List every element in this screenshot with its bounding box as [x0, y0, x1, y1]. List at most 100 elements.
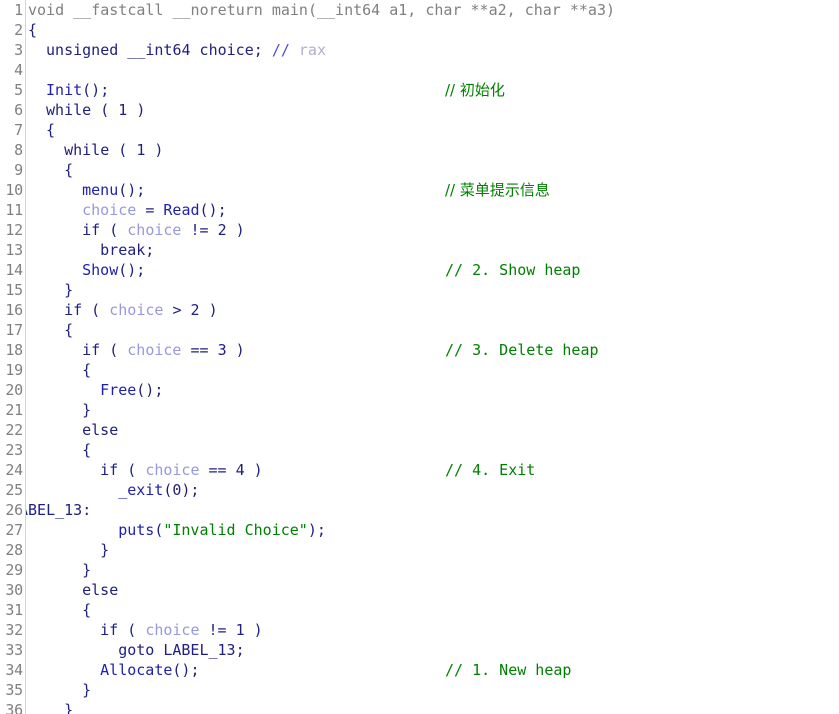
- code-line-text[interactable]: Free();: [100, 380, 163, 400]
- code-line[interactable]: {: [0, 320, 839, 340]
- code-token-var[interactable]: choice: [145, 461, 199, 479]
- code-line[interactable]: menu(); // 菜单提示信息: [0, 180, 839, 200]
- code-line-text[interactable]: if ( choice != 2 ): [82, 220, 245, 240]
- code-token-var[interactable]: choice: [109, 301, 163, 319]
- code-line-text[interactable]: else: [82, 580, 118, 600]
- code-line-text[interactable]: puts("Invalid Choice");: [118, 520, 326, 540]
- code-line-text[interactable]: {: [82, 440, 91, 460]
- code-line[interactable]: }: [0, 700, 839, 714]
- code-line-text[interactable]: {: [28, 20, 37, 40]
- code-line-text[interactable]: {: [82, 360, 91, 380]
- code-line[interactable]: }: [0, 280, 839, 300]
- code-comment[interactable]: // 3. Delete heap: [445, 340, 599, 360]
- code-line-text[interactable]: }: [100, 540, 109, 560]
- code-line-text[interactable]: while ( 1 ): [46, 100, 145, 120]
- code-line[interactable]: {: [0, 160, 839, 180]
- code-token-fn[interactable]: Free: [100, 381, 136, 399]
- code-line-text[interactable]: {: [82, 600, 91, 620]
- line-number-gutter[interactable]: 1 2 3 4 5 6 7 8 9 10 11 12 13 14 15 16 17 18 19 20 21 22 23 24 2…: [0, 0, 26, 714]
- code-line[interactable]: if ( choice == 3 ) // 3. Delete heap: [0, 340, 839, 360]
- code-line[interactable]: Init(); // 初始化: [0, 80, 839, 100]
- code-token-fn[interactable]: Show: [82, 261, 118, 279]
- code-token-code: {: [28, 21, 38, 39]
- code-line-text[interactable]: if ( choice != 1 ): [100, 620, 263, 640]
- code-line-text[interactable]: {: [46, 120, 55, 140]
- code-comment[interactable]: // 1. New heap: [445, 660, 571, 680]
- code-line-text[interactable]: }: [82, 400, 91, 420]
- code-line-text[interactable]: break;: [100, 240, 154, 260]
- code-line[interactable]: Show(); // 2. Show heap: [0, 260, 839, 280]
- code-area[interactable]: void __fastcall __noreturn main(__int64 …: [0, 0, 839, 714]
- code-line-text[interactable]: if ( choice == 4 ): [100, 460, 263, 480]
- code-line[interactable]: while ( 1 ): [0, 140, 839, 160]
- code-token-code: );: [307, 521, 326, 539]
- code-line-text[interactable]: Show();: [82, 260, 145, 280]
- code-line-text[interactable]: goto LABEL_13;: [118, 640, 244, 660]
- code-line[interactable]: if ( choice > 2 ): [0, 300, 839, 320]
- code-token-fn[interactable]: puts: [118, 521, 154, 539]
- code-line[interactable]: LABEL_13:: [0, 500, 839, 520]
- code-token-fn[interactable]: Read: [163, 201, 199, 219]
- code-line-text[interactable]: }: [64, 700, 73, 714]
- code-line[interactable]: {: [0, 20, 839, 40]
- code-line[interactable]: {: [0, 120, 839, 140]
- code-line[interactable]: void __fastcall __noreturn main(__int64 …: [0, 0, 839, 20]
- code-line-text[interactable]: if ( choice == 3 ): [82, 340, 245, 360]
- code-token-fn[interactable]: menu: [82, 181, 118, 199]
- code-line[interactable]: goto LABEL_13;: [0, 640, 839, 660]
- code-line[interactable]: _exit(0);: [0, 480, 839, 500]
- code-line[interactable]: }: [0, 400, 839, 420]
- code-token-fn[interactable]: Allocate: [100, 661, 172, 679]
- code-line[interactable]: unsigned __int64 choice; // rax: [0, 40, 839, 60]
- code-line[interactable]: else: [0, 420, 839, 440]
- pseudocode-view[interactable]: 1 2 3 4 5 6 7 8 9 10 11 12 13 14 15 16 17 18 19 20 21 22 23 24 2…: [0, 0, 839, 714]
- code-token-code: goto LABEL_13;: [118, 641, 245, 659]
- code-line[interactable]: choice = Read();: [0, 200, 839, 220]
- code-line[interactable]: if ( choice == 4 ) // 4. Exit: [0, 460, 839, 480]
- code-line[interactable]: else: [0, 580, 839, 600]
- code-line[interactable]: {: [0, 440, 839, 460]
- code-line[interactable]: break;: [0, 240, 839, 260]
- code-line[interactable]: Free();: [0, 380, 839, 400]
- code-line-text[interactable]: Allocate();: [100, 660, 199, 680]
- code-token-code: {: [46, 121, 56, 139]
- code-line-text[interactable]: {: [64, 160, 73, 180]
- code-line-text[interactable]: choice = Read();: [82, 200, 227, 220]
- code-line[interactable]: }: [0, 540, 839, 560]
- code-token-var[interactable]: choice: [127, 221, 181, 239]
- code-line-text[interactable]: }: [82, 680, 91, 700]
- code-line[interactable]: }: [0, 560, 839, 580]
- code-line-text[interactable]: unsigned __int64 choice; // rax: [46, 40, 326, 60]
- code-line[interactable]: puts("Invalid Choice");: [0, 520, 839, 540]
- code-token-var[interactable]: choice: [127, 341, 181, 359]
- code-line-text[interactable]: }: [64, 280, 73, 300]
- code-line-text[interactable]: else: [82, 420, 118, 440]
- code-comment[interactable]: // 初始化: [445, 80, 505, 100]
- code-line-text[interactable]: {: [64, 320, 73, 340]
- code-line[interactable]: if ( choice != 1 ): [0, 620, 839, 640]
- code-line[interactable]: {: [0, 360, 839, 380]
- code-line-text[interactable]: _exit(0);: [118, 480, 199, 500]
- code-token-var[interactable]: choice: [145, 621, 199, 639]
- code-line-text[interactable]: void __fastcall __noreturn main(__int64 …: [28, 0, 615, 20]
- code-line-text[interactable]: menu();: [82, 180, 145, 200]
- code-line[interactable]: Allocate(); // 1. New heap: [0, 660, 839, 680]
- code-comment[interactable]: // 菜单提示信息: [445, 180, 550, 200]
- line-number: 26: [5, 501, 23, 519]
- code-line[interactable]: if ( choice != 2 ): [0, 220, 839, 240]
- code-line[interactable]: [0, 60, 839, 80]
- code-comment[interactable]: // 2. Show heap: [445, 260, 580, 280]
- code-token-code: }: [100, 541, 110, 559]
- code-token-fn[interactable]: _exit: [118, 481, 163, 499]
- code-comment[interactable]: // 4. Exit: [445, 460, 535, 480]
- code-line[interactable]: }: [0, 680, 839, 700]
- code-line-text[interactable]: }: [82, 560, 91, 580]
- code-token-var[interactable]: choice: [82, 201, 136, 219]
- code-line-text[interactable]: Init();: [46, 80, 109, 100]
- code-line-text[interactable]: while ( 1 ): [64, 140, 163, 160]
- code-line[interactable]: while ( 1 ): [0, 100, 839, 120]
- code-line[interactable]: {: [0, 600, 839, 620]
- line-number: 18: [5, 341, 23, 359]
- code-line-text[interactable]: if ( choice > 2 ): [64, 300, 218, 320]
- code-token-fn[interactable]: Init: [46, 81, 82, 99]
